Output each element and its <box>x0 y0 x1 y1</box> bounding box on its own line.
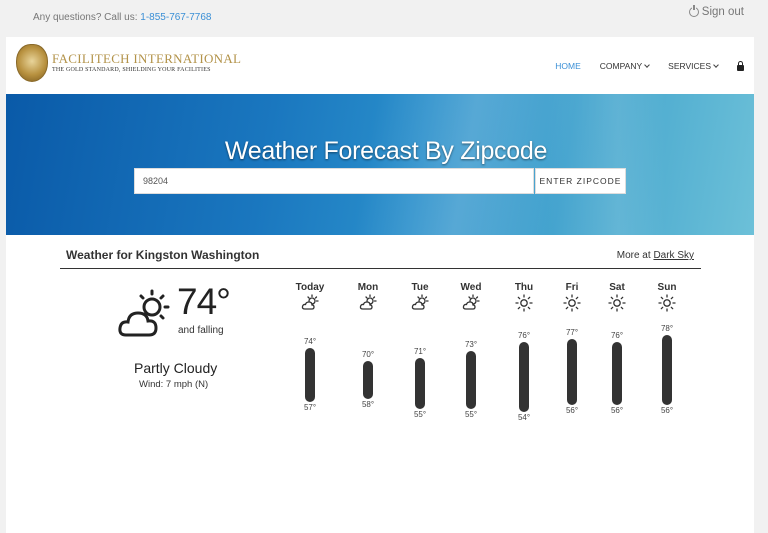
chevron-down-icon <box>713 62 719 68</box>
site-header: Facilitech International The Gold Standa… <box>6 37 754 94</box>
temperature-range-bar <box>567 338 577 406</box>
sign-out-link[interactable]: Sign out <box>688 5 744 18</box>
forecast-high: 76° <box>517 330 531 340</box>
power-icon <box>688 5 699 17</box>
zipcode-input[interactable] <box>134 168 534 194</box>
forecast-low: 54° <box>517 412 531 422</box>
temperature-trend: and falling <box>178 325 224 336</box>
hero-banner: Weather Forecast By Zipcode ENTER ZIPCOD… <box>6 94 754 235</box>
forecast-low: 55° <box>464 409 478 419</box>
contact-question: Any questions? Call us: <box>33 12 141 23</box>
partly-cloudy-icon <box>359 294 377 317</box>
forecast-high: 77° <box>565 327 579 337</box>
sun-icon <box>658 294 676 317</box>
weather-heading: Weather for Kingston Washington <box>66 248 260 262</box>
forecast-high: 78° <box>660 324 674 334</box>
forecast-day: Sun 78° 56° <box>647 282 687 422</box>
partly-cloudy-icon <box>301 294 319 317</box>
sign-out-label: Sign out <box>701 6 744 18</box>
forecast-day: Sat 76° 56° <box>597 282 637 422</box>
forecast-low: 56° <box>565 406 579 416</box>
partly-cloudy-icon <box>411 294 429 317</box>
temperature-range-bar <box>305 348 315 403</box>
nav-services-label: SERVICES <box>668 61 711 71</box>
forecast-high: 74° <box>303 337 317 347</box>
dark-sky-link[interactable]: Dark Sky <box>653 250 694 261</box>
forecast-day: Tue 71° 55° <box>400 282 440 422</box>
temperature-range-bar <box>612 341 622 406</box>
current-summary: Partly Cloudy <box>134 360 218 376</box>
lock-icon <box>737 60 744 71</box>
forecast-day: Mon 70° 58° <box>348 282 388 422</box>
forecast-day-name: Wed <box>460 282 482 293</box>
forecast-high: 71° <box>413 346 427 356</box>
forecast-high: 76° <box>610 330 624 340</box>
forecast-day: Today 74° 57° <box>290 282 330 422</box>
page-card: Facilitech International The Gold Standa… <box>6 37 754 533</box>
nav-services[interactable]: SERVICES <box>668 61 719 71</box>
forecast-day: Wed 73° 55° <box>451 282 491 422</box>
temperature-range-bar <box>466 351 476 409</box>
more-at-prefix: More at <box>616 250 654 261</box>
brand-tagline: The Gold Standard, Shielding Your Facili… <box>52 67 211 73</box>
forecast-high: 73° <box>464 340 478 350</box>
forecast-low: 56° <box>660 406 674 416</box>
phone-link[interactable]: 1-855-767-7768 <box>140 12 211 23</box>
contact-line: Any questions? Call us: 1-855-767-7768 <box>33 12 211 23</box>
current-temperature: 74° <box>177 281 231 322</box>
temperature-range-bar <box>363 360 373 400</box>
lion-crest-icon <box>16 44 48 82</box>
partly-cloudy-icon <box>462 294 480 317</box>
divider <box>60 268 701 269</box>
sun-icon <box>563 294 581 317</box>
lock-button[interactable] <box>737 60 744 71</box>
forecast-low: 56° <box>610 406 624 416</box>
sun-icon <box>515 294 533 317</box>
forecast-day: Thu 76° 54° <box>504 282 544 422</box>
forecast-day-name: Mon <box>357 282 379 293</box>
forecast-day-name: Today <box>295 282 325 293</box>
partly-cloudy-icon <box>118 289 170 337</box>
forecast-day-name: Sat <box>609 282 625 293</box>
top-bar: Any questions? Call us: 1-855-767-7768 S… <box>0 0 768 36</box>
temperature-range-bar <box>519 341 529 412</box>
forecast-high: 70° <box>361 349 375 359</box>
forecast-day-name: Thu <box>514 282 534 293</box>
forecast-low: 57° <box>303 403 317 413</box>
nav-company[interactable]: COMPANY <box>599 61 650 71</box>
more-at-line: More at Dark Sky <box>617 250 694 261</box>
brand-name: Facilitech International <box>52 51 242 66</box>
nav-home[interactable]: HOME <box>555 61 581 71</box>
forecast-day-name: Tue <box>411 282 429 293</box>
current-wind: Wind: 7 mph (N) <box>139 379 209 390</box>
forecast-low: 58° <box>361 400 375 410</box>
sun-icon <box>608 294 626 317</box>
enter-zipcode-button[interactable]: ENTER ZIPCODE <box>535 168 626 194</box>
forecast-day: Fri 77° 56° <box>552 282 592 422</box>
main-nav: HOME COMPANY SERVICES <box>536 60 744 71</box>
nav-company-label: COMPANY <box>599 61 643 71</box>
page-title: Weather Forecast By Zipcode <box>224 137 548 165</box>
forecast-day-name: Sun <box>657 282 677 293</box>
temperature-range-bar <box>662 335 672 406</box>
temperature-range-bar <box>415 357 425 409</box>
brand-logo[interactable]: Facilitech International The Gold Standa… <box>16 44 241 82</box>
forecast-low: 55° <box>413 409 427 419</box>
forecast-day-name: Fri <box>565 282 579 293</box>
current-conditions: 74° and falling Partly Cloudy Wind: 7 mp… <box>116 281 286 401</box>
chevron-down-icon <box>644 62 650 68</box>
